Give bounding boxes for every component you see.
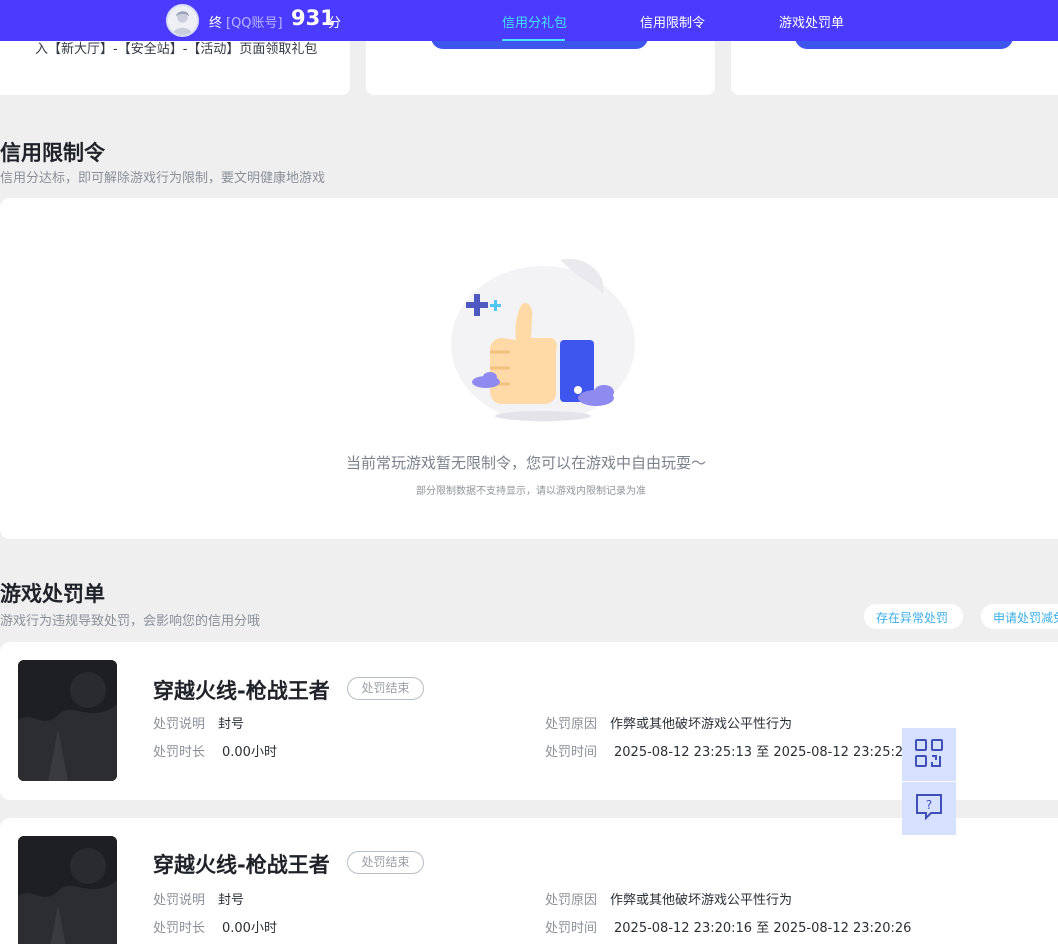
help-button[interactable]: ? (902, 782, 956, 835)
duration-label: 处罚时长 (153, 921, 206, 936)
account-type: [QQ账号] (226, 16, 283, 31)
desc-label: 处罚说明 (153, 893, 206, 908)
tab-penalty[interactable]: 游戏处罚单 (779, 12, 844, 31)
avatar[interactable] (166, 4, 199, 37)
user-name: 终 (209, 16, 223, 31)
desc-label: 处罚说明 (153, 717, 206, 732)
duration-value: 0.00小时 (222, 745, 277, 760)
reason-value: 作弊或其他破坏游戏公平性行为 (610, 717, 793, 732)
penalty-subtitle: 游戏行为违规导致处罚，会影响您的信用分哦 (0, 614, 261, 629)
duration-label: 处罚时长 (153, 745, 206, 760)
apply-reduction-button[interactable]: 申请处罚减免 (981, 604, 1058, 629)
duration-value: 0.00小时 (222, 921, 277, 936)
time-value: 2025-08-12 23:25:13 至 2025-08-12 23:25:2… (614, 745, 912, 760)
time-label: 处罚时间 (545, 745, 598, 760)
restriction-title: 信用限制令 (0, 141, 105, 165)
svg-text:?: ? (926, 798, 932, 812)
status-badge: 处罚结束 (347, 677, 424, 700)
penalty-record: 穿越火线-枪战王者 处罚结束 处罚说明 封号 处罚时长 0.00小时 处罚原因 … (0, 818, 1058, 944)
tab-credit-gift[interactable]: 信用分礼包 (502, 12, 567, 31)
penalty-title: 游戏处罚单 (0, 582, 105, 606)
empty-restriction-text: 当前常玩游戏暂无限制令，您可以在游戏中自由玩耍～ (346, 454, 707, 472)
reason-label: 处罚原因 (545, 893, 598, 908)
reason-value: 作弊或其他破坏游戏公平性行为 (610, 893, 793, 908)
time-value: 2025-08-12 23:20:16 至 2025-08-12 23:20:2… (614, 921, 912, 936)
game-thumbnail (18, 660, 117, 781)
score-unit: 分 (328, 16, 342, 31)
desc-value: 封号 (218, 717, 245, 732)
restriction-subtitle: 信用分达标，即可解除游戏行为限制，要文明健康地游戏 (0, 171, 326, 186)
help-chat-icon: ? (914, 792, 944, 826)
qr-code-button[interactable] (902, 728, 956, 781)
thumbs-up-illustration (448, 254, 638, 424)
active-tab-indicator (502, 39, 565, 41)
top-nav-bar: 终 [QQ账号] 931 分 信用分礼包 信用限制令 游戏处罚单 (0, 0, 1058, 41)
game-thumbnail (18, 836, 117, 944)
penalty-record: 穿越火线-枪战王者 处罚结束 处罚说明 封号 处罚时长 0.00小时 处罚原因 … (0, 642, 1058, 800)
desc-value: 封号 (218, 893, 245, 908)
tab-restriction[interactable]: 信用限制令 (640, 12, 705, 31)
game-title: 穿越火线-枪战王者 (153, 679, 330, 703)
reason-label: 处罚原因 (545, 717, 598, 732)
status-badge: 处罚结束 (347, 851, 424, 874)
qr-code-icon (914, 738, 944, 772)
time-label: 处罚时间 (545, 921, 598, 936)
empty-restriction-note: 部分限制数据不支持显示，请以游戏内限制记录为准 (416, 486, 646, 497)
abnormal-penalty-button[interactable]: 存在异常处罚 (864, 604, 963, 629)
game-title: 穿越火线-枪战王者 (153, 853, 330, 877)
